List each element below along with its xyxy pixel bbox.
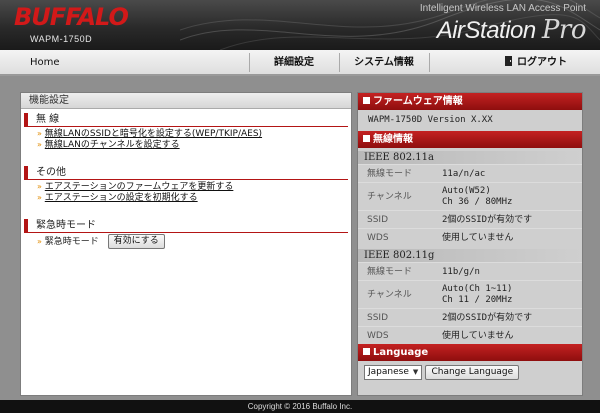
double-chevron-icon: »: [37, 193, 42, 202]
product-tagline: Intelligent Wireless LAN Access Point: [419, 3, 586, 14]
channel-number: Ch 36 / 80MHz: [442, 197, 513, 207]
language-selected-value: Japanese: [368, 367, 409, 377]
wds-label: WDS: [367, 331, 389, 341]
band-heading-11g: IEEE 802.11g: [358, 249, 582, 262]
info-row: SSID 2個のSSIDが有効です: [358, 210, 582, 228]
enable-emergency-button[interactable]: 有効にする: [107, 234, 165, 249]
wireless-mode-label: 無線モード: [367, 267, 413, 277]
info-row: チャンネル Auto(W52) Ch 36 / 80MHz: [358, 182, 582, 210]
double-chevron-icon: »: [37, 129, 42, 138]
ssid-value: 2個のSSIDが有効です: [442, 313, 533, 323]
channel-label: チャンネル: [367, 192, 412, 202]
channel-mode: Auto(Ch 1~11): [442, 284, 513, 294]
ssid-label: SSID: [367, 313, 389, 323]
product-name-suffix: Pro: [541, 15, 587, 45]
info-row: チャンネル Auto(Ch 1~11) Ch 11 / 20MHz: [358, 280, 582, 308]
wds-label: WDS: [367, 233, 389, 243]
top-nav: Home 詳細設定 システム情報 ログアウト: [0, 50, 600, 75]
wireless-info-heading: 無線情報: [358, 131, 582, 148]
wireless-mode-label: 無線モード: [367, 169, 413, 179]
wds-value: 使用していません: [442, 233, 514, 243]
wireless-mode-value: 11a/n/ac: [442, 169, 486, 179]
channel-value: Auto(W52) Ch 36 / 80MHz: [442, 186, 512, 208]
product-name-main: AirStation: [436, 17, 537, 44]
app-header: BUFFALO WAPM-1750D Intelligent Wireless …: [0, 0, 600, 50]
wireless-mode-value: 11b/g/n: [442, 267, 480, 277]
model-name: WAPM-1750D: [30, 34, 93, 44]
channel-number: Ch 11 / 20MHz: [442, 295, 513, 305]
list-item: » エアステーションの設定を初期化する: [21, 192, 351, 203]
channel-label: チャンネル: [367, 290, 412, 300]
logout-label: ログアウト: [517, 57, 567, 68]
product-logo: AirStation Pro: [436, 15, 587, 45]
list-item: » 無線LANのSSIDと暗号化を設定する(WEP/TKIP/AES): [21, 128, 351, 139]
change-language-button[interactable]: Change Language: [425, 365, 520, 380]
double-chevron-icon: »: [37, 182, 42, 191]
info-row: WDS 使用していません: [358, 228, 582, 246]
ssid-encryption-link[interactable]: 無線LANのSSIDと暗号化を設定する(WEP/TKIP/AES): [45, 129, 262, 139]
list-item: » エアステーションのファームウェアを更新する: [21, 181, 351, 192]
footer-copyright: Copyright © 2016 Buffalo Inc.: [0, 400, 600, 413]
chevron-down-icon: ▼: [412, 368, 419, 376]
channel-settings-link[interactable]: 無線LANのチャンネルを設定する: [45, 140, 180, 150]
nav-divider: [429, 53, 430, 72]
section-heading-other: その他: [24, 166, 348, 180]
ssid-value: 2個のSSIDが有効です: [442, 215, 533, 225]
door-icon: [505, 56, 512, 66]
ssid-label: SSID: [367, 215, 389, 225]
section-heading-emergency: 緊急時モード: [24, 219, 348, 233]
emergency-mode-label: 緊急時モード: [44, 237, 99, 247]
panel-title: 機能設定: [21, 93, 351, 109]
wireless-section: 無 線 » 無線LANのSSIDと暗号化を設定する(WEP/TKIP/AES) …: [21, 113, 351, 150]
emergency-section: 緊急時モード » 緊急時モード 有効にする: [21, 219, 351, 250]
language-select[interactable]: Japanese ▼: [364, 365, 423, 380]
double-chevron-icon: »: [37, 237, 42, 246]
section-heading-wireless: 無 線: [24, 113, 348, 127]
wireless-info-title: 無線情報: [373, 134, 413, 145]
language-heading: Language: [358, 344, 582, 361]
double-chevron-icon: »: [37, 140, 42, 149]
info-row: SSID 2個のSSIDが有効です: [358, 308, 582, 326]
function-settings-panel: 機能設定 無 線 » 無線LANのSSIDと暗号化を設定する(WEP/TKIP/…: [20, 92, 352, 396]
square-bullet-icon: [363, 135, 370, 142]
nav-system-info[interactable]: システム情報: [339, 50, 429, 75]
channel-value: Auto(Ch 1~11) Ch 11 / 20MHz: [442, 284, 512, 306]
status-panel: ファームウェア情報 WAPM-1750D Version X.XX 無線情報 I…: [357, 92, 583, 396]
language-title: Language: [373, 347, 429, 358]
factory-reset-link[interactable]: エアステーションの設定を初期化する: [45, 193, 198, 203]
buffalo-logo: BUFFALO: [14, 3, 129, 31]
main-content: 機能設定 無 線 » 無線LANのSSIDと暗号化を設定する(WEP/TKIP/…: [0, 76, 600, 400]
nav-advanced-settings[interactable]: 詳細設定: [249, 50, 339, 75]
channel-mode: Auto(W52): [442, 186, 491, 196]
emergency-mode-row: » 緊急時モード 有効にする: [21, 234, 351, 250]
firmware-update-link[interactable]: エアステーションのファームウェアを更新する: [45, 182, 234, 192]
nav-home[interactable]: Home: [30, 50, 60, 75]
wds-value: 使用していません: [442, 331, 514, 341]
info-row: 無線モード 11b/g/n: [358, 262, 582, 280]
info-row: WDS 使用していません: [358, 326, 582, 344]
firmware-info-heading: ファームウェア情報: [358, 93, 582, 110]
nav-logout[interactable]: ログアウト: [505, 50, 590, 75]
firmware-info-title: ファームウェア情報: [373, 96, 463, 107]
other-section: その他 » エアステーションのファームウェアを更新する » エアステーションの設…: [21, 166, 351, 203]
square-bullet-icon: [363, 97, 370, 104]
band-heading-11a: IEEE 802.11a: [358, 151, 582, 164]
language-row: Japanese ▼ Change Language: [358, 361, 582, 385]
firmware-version: WAPM-1750D Version X.XX: [368, 115, 493, 125]
list-item: » 無線LANのチャンネルを設定する: [21, 139, 351, 150]
info-row: 無線モード 11a/n/ac: [358, 164, 582, 182]
square-bullet-icon: [363, 348, 370, 355]
